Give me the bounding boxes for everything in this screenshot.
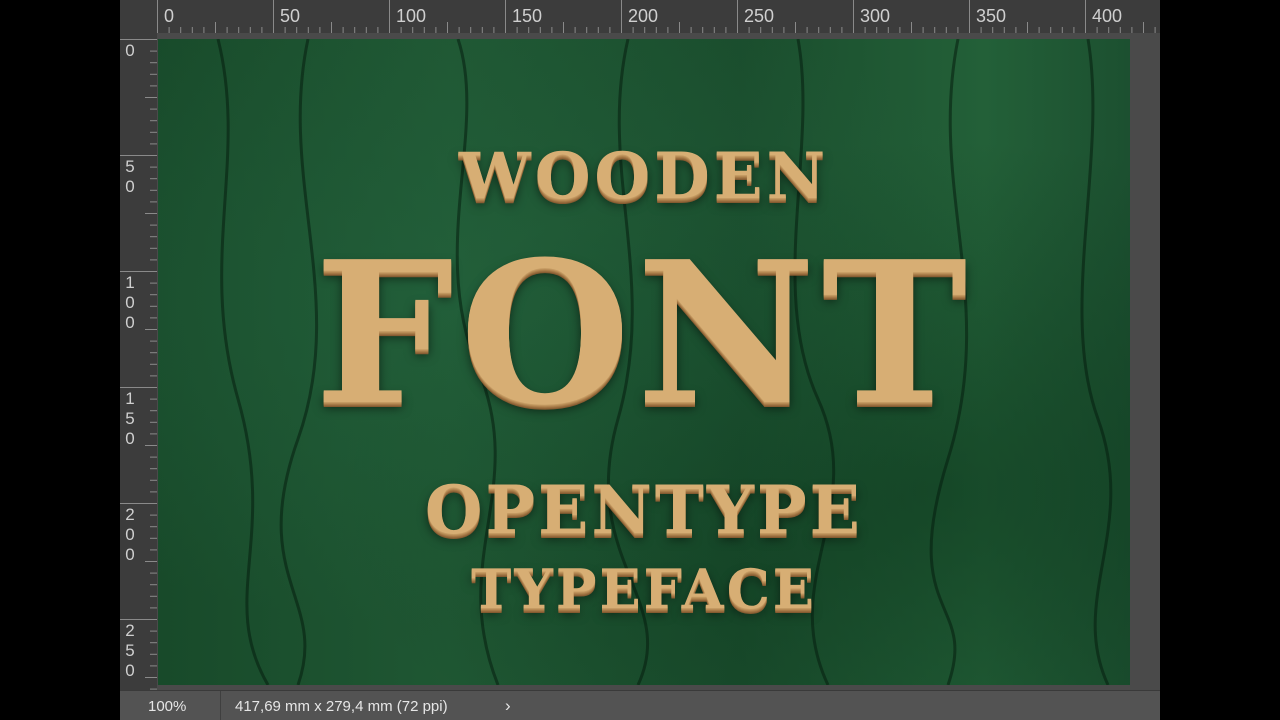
ruler-label: 0 <box>125 41 135 60</box>
document-canvas[interactable]: WOODEN FONT OPENTYPE TYPEFACE <box>158 39 1130 685</box>
subhead-opentype: OPENTYPE <box>425 471 863 549</box>
ruler-label: 100 <box>125 273 135 332</box>
status-divider <box>220 691 221 720</box>
ruler-label: 400 <box>1092 6 1123 26</box>
headline-wooden: WOODEN <box>458 139 830 214</box>
editor-window: 0 50 100 150 200 250 300 350 400 0 50 10… <box>120 0 1160 720</box>
ruler-label: 50 <box>125 157 135 196</box>
ruler-label: 50 <box>280 6 301 26</box>
ruler-label: 250 <box>125 621 135 680</box>
zoom-level[interactable]: 100% <box>148 698 186 715</box>
ruler-label: 300 <box>860 6 891 26</box>
subhead-typeface: TYPEFACE <box>471 557 817 621</box>
ruler-label: 200 <box>628 6 659 26</box>
letterbox-left <box>0 0 120 720</box>
ruler-label: 250 <box>744 6 775 26</box>
vertical-ruler[interactable]: 0 50 100 150 200 250 <box>120 33 158 690</box>
vertical-ruler-ticks <box>120 39 157 690</box>
ruler-label: 200 <box>125 505 135 564</box>
ruler-label: 350 <box>976 6 1007 26</box>
ruler-label: 0 <box>164 6 175 26</box>
letterbox-right <box>1160 0 1280 720</box>
ruler-origin[interactable] <box>120 0 158 34</box>
ruler-label: 150 <box>125 389 135 448</box>
status-bar: 100% 417,69 mm x 279,4 mm (72 ppi) › <box>120 690 1160 720</box>
headline-font: FONT <box>314 219 974 449</box>
ruler-label: 100 <box>396 6 427 26</box>
chevron-right-icon[interactable]: › <box>505 696 511 716</box>
ruler-label: 150 <box>512 6 543 26</box>
horizontal-ruler-ticks <box>157 0 1156 33</box>
document-size-info: 417,69 mm x 279,4 mm (72 ppi) <box>235 698 448 715</box>
pasteboard[interactable]: WOODEN FONT OPENTYPE TYPEFACE <box>157 33 1160 690</box>
horizontal-ruler[interactable]: 0 50 100 150 200 250 300 350 400 <box>157 0 1160 34</box>
